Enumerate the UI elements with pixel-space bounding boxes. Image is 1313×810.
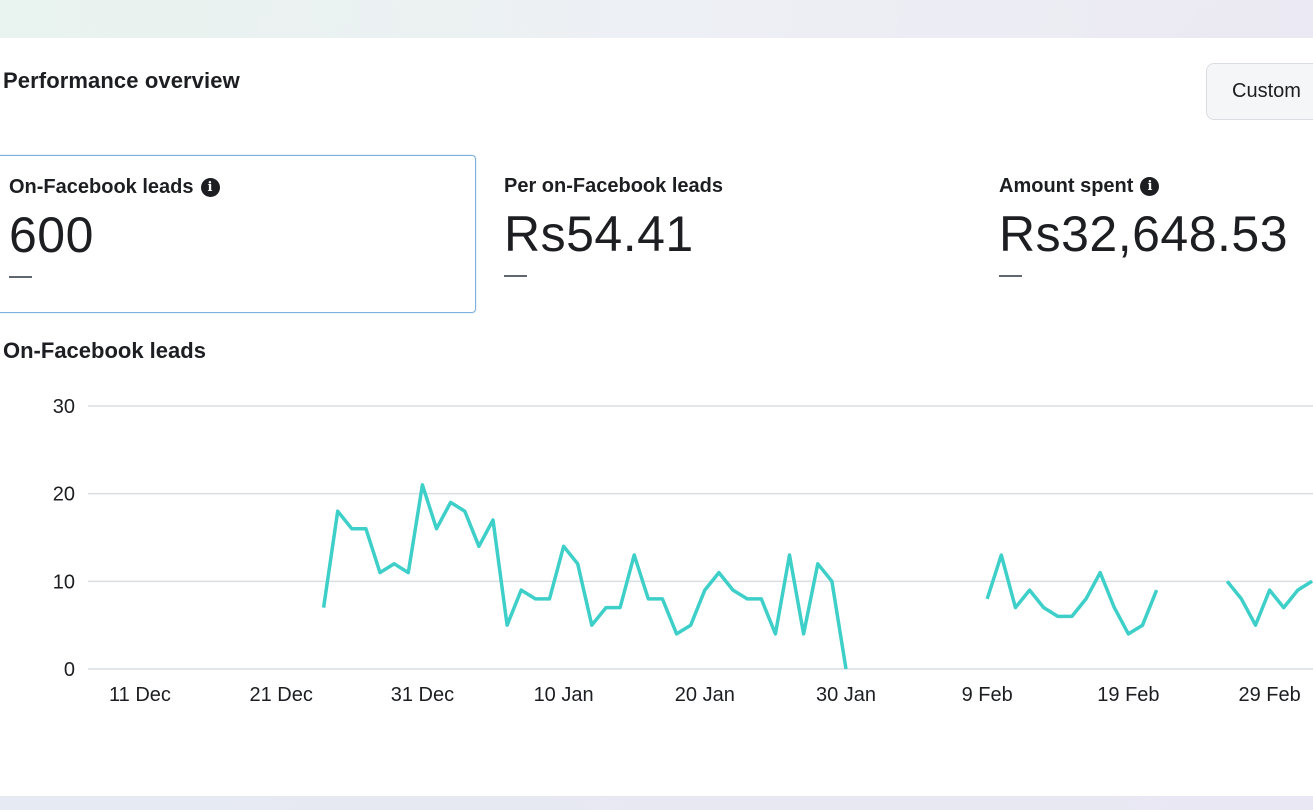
x-tick-label: 9 Feb xyxy=(962,684,1013,706)
metric-value: Rs32,648.53 xyxy=(999,206,1289,262)
footer-strip xyxy=(0,796,1313,810)
metric-label-row: Per on-Facebook leads xyxy=(504,175,723,198)
chart-title: On-Facebook leads xyxy=(3,338,206,363)
chart-gridlines xyxy=(88,405,1313,670)
y-tick-label: 10 xyxy=(53,571,75,593)
y-tick-label: 30 xyxy=(53,396,75,418)
x-axis-ticks: 11 Dec 21 Dec 31 Dec 10 Jan 20 Jan 30 Jan 9 Fe… xyxy=(109,684,1301,706)
custom-date-range-button[interactable]: Custom xyxy=(1206,63,1313,120)
metric-value: Rs54.41 xyxy=(504,206,694,262)
info-icon[interactable]: i xyxy=(200,178,220,197)
y-tick-label: 20 xyxy=(53,484,75,506)
metric-change-indicator xyxy=(9,276,32,278)
y-axis-ticks: 0 10 20 30 xyxy=(53,396,75,681)
x-tick-label: 11 Dec xyxy=(109,684,171,706)
metric-change-indicator xyxy=(999,275,1022,277)
metric-label: Per on-Facebook leads xyxy=(504,175,723,197)
leads-line-chart: 0 10 20 30 11 Dec 21 Dec 31 Dec 10 Jan 20 Jan 30… xyxy=(53,396,1313,706)
metric-value: 600 xyxy=(9,207,94,263)
x-tick-label: 20 Jan xyxy=(675,684,735,706)
x-tick-label: 10 Jan xyxy=(534,684,594,706)
metric-label: On-Facebook leads xyxy=(9,176,194,198)
metric-card-amount-spent[interactable]: Amount spent i Rs32,648.53 xyxy=(987,155,1313,313)
metric-label-row: On-Facebook leads i xyxy=(9,176,220,199)
x-tick-label: 19 Feb xyxy=(1097,684,1159,706)
metric-label-row: Amount spent i xyxy=(999,175,1160,198)
metric-card-leads[interactable]: On-Facebook leads i 600 xyxy=(0,155,476,313)
info-icon[interactable]: i xyxy=(1140,177,1160,196)
x-tick-label: 21 Dec xyxy=(250,684,313,706)
series-line-segment xyxy=(321,483,848,670)
metric-card-cost-per-lead[interactable]: Per on-Facebook leads Rs54.41 xyxy=(492,155,972,313)
x-tick-label: 31 Dec xyxy=(391,684,454,706)
series-line-segment xyxy=(985,553,1159,636)
y-tick-label: 0 xyxy=(64,659,75,681)
series-lines xyxy=(321,483,1313,670)
page-title: Performance overview xyxy=(3,68,240,93)
x-tick-label: 30 Jan xyxy=(816,684,876,706)
metric-label: Amount spent xyxy=(999,175,1134,197)
metric-change-indicator xyxy=(504,275,527,277)
x-tick-label: 29 Feb xyxy=(1238,684,1300,706)
series-line-segment xyxy=(1225,579,1313,627)
